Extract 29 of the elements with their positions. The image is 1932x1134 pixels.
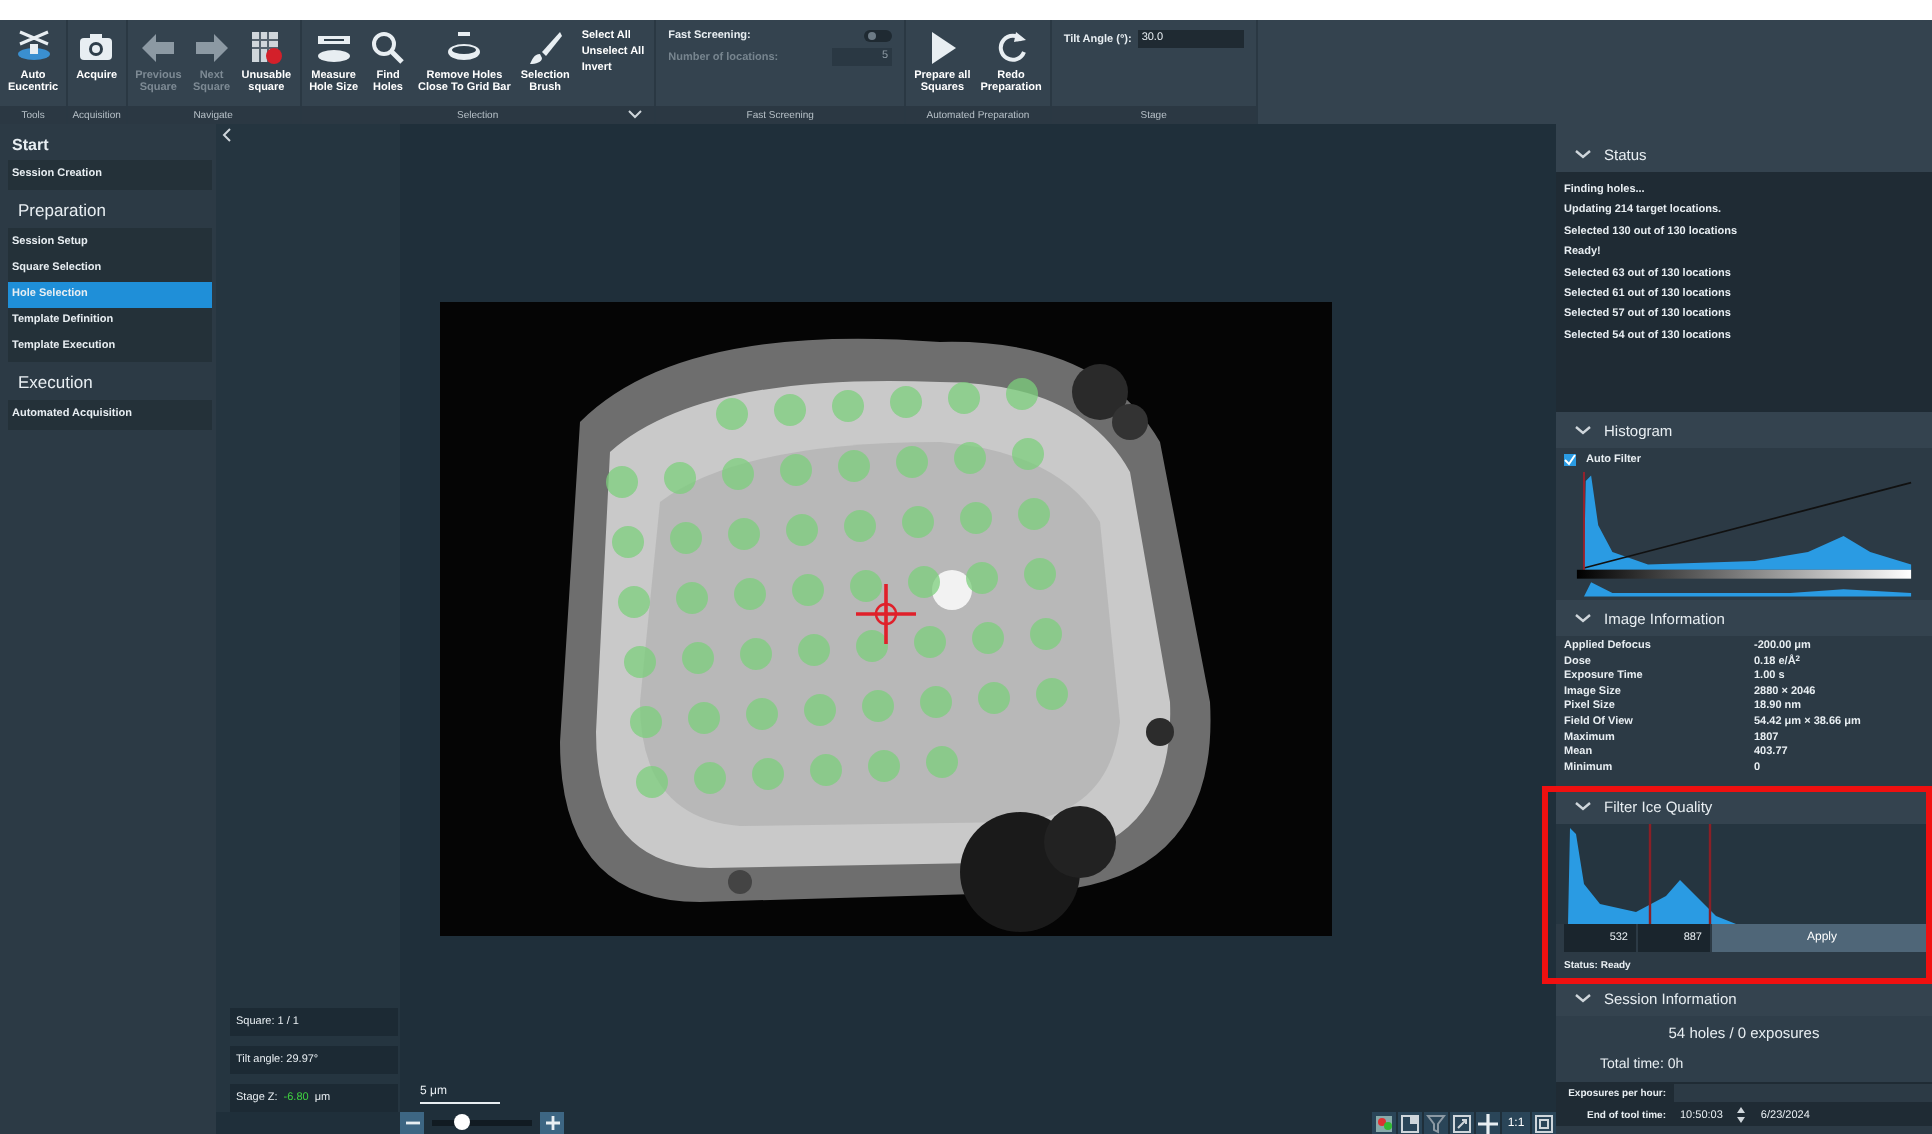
fit-button[interactable] <box>1532 1112 1556 1134</box>
view-tool-button[interactable] <box>1450 1112 1474 1134</box>
frame-icon <box>1400 1113 1420 1133</box>
zoom-in-button[interactable] <box>540 1112 564 1134</box>
crosshair-icon <box>854 581 918 645</box>
section-title: Preparation <box>16 198 108 224</box>
section-title: Start <box>10 134 51 158</box>
right-arrow-icon <box>191 28 232 68</box>
view-tool-button[interactable] <box>1424 1112 1448 1134</box>
checkbox[interactable] <box>1564 454 1576 466</box>
view-tool-button[interactable] <box>1398 1112 1422 1134</box>
zoom-out-button[interactable] <box>400 1112 424 1134</box>
spinner-button[interactable] <box>1736 1106 1747 1124</box>
grid-square-icon <box>246 28 287 68</box>
spinner-icon <box>1736 1106 1747 1124</box>
fit-icon <box>1534 1113 1554 1133</box>
move-icon <box>1478 1113 1498 1133</box>
palette-icon <box>1374 1113 1394 1133</box>
plus-icon <box>545 1116 559 1130</box>
slider-thumb[interactable] <box>454 1114 470 1130</box>
expand-icon <box>1452 1113 1472 1133</box>
search-icon <box>368 28 409 68</box>
brush-icon <box>525 28 566 68</box>
minus-icon <box>405 1116 419 1130</box>
chevron-left-icon <box>222 128 232 142</box>
filter-icon <box>1426 1113 1446 1133</box>
check-icon <box>1564 454 1576 466</box>
section-title: Execution <box>16 370 95 396</box>
view-tool-button[interactable] <box>1372 1112 1396 1134</box>
